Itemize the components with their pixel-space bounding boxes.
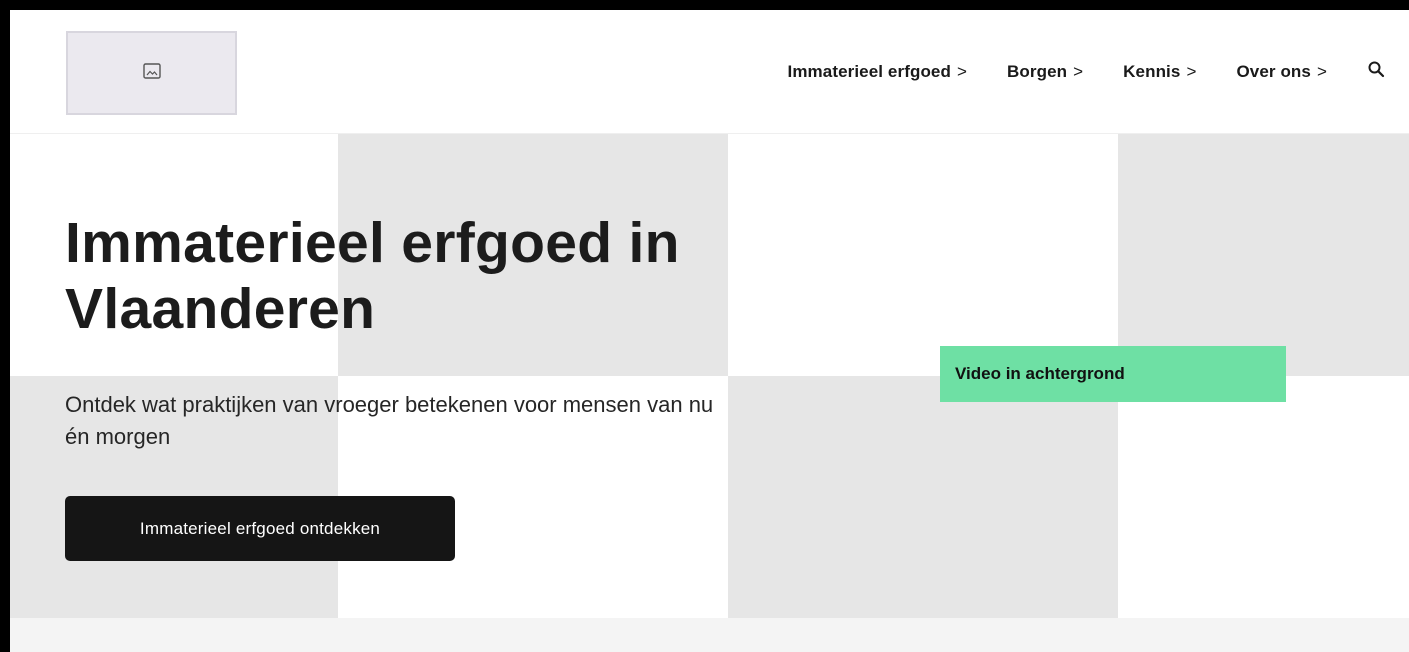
nav-item-label: Kennis [1123,61,1181,81]
nav-item-immaterieel-erfgoed[interactable]: Immaterieel erfgoed > [788,62,968,82]
nav-item-label: Over ons [1236,61,1311,81]
site-header: Immaterieel erfgoed > Borgen > Kennis > Ove… [10,10,1409,134]
page-frame: Immaterieel erfgoed > Borgen > Kennis > Ove… [10,10,1409,652]
logo-placeholder[interactable] [66,31,237,115]
nav-item-label: Borgen [1007,61,1068,81]
image-placeholder-icon [142,62,162,85]
hero-title: Immaterieel erfgoed in Vlaanderen [65,211,680,341]
discover-heritage-button[interactable]: Immaterieel erfgoed ontdekken [65,496,455,561]
section-divider-band [10,618,1409,652]
nav-item-borgen[interactable]: Borgen > [1007,62,1083,82]
chevron-right-icon: > [1316,61,1327,81]
video-background-label: Video in achtergrond [940,346,1286,402]
main-nav: Immaterieel erfgoed > Borgen > Kennis > Ove… [788,10,1409,133]
nav-item-kennis[interactable]: Kennis > [1123,62,1196,82]
chevron-right-icon: > [1186,61,1197,81]
search-icon [1367,60,1385,83]
hero-subtitle: Ontdek wat praktijken van vroeger beteke… [65,392,714,449]
chevron-right-icon: > [1073,61,1084,81]
background-tile [728,376,1118,618]
chevron-right-icon: > [956,61,968,81]
hero-section: Immaterieel erfgoed in Vlaanderen Ontdek… [10,134,1409,618]
nav-item-label: Immaterieel erfgoed [787,61,951,81]
background-tile [1118,134,1409,376]
search-button[interactable] [1367,61,1389,83]
nav-item-over-ons[interactable]: Over ons > [1236,62,1327,82]
